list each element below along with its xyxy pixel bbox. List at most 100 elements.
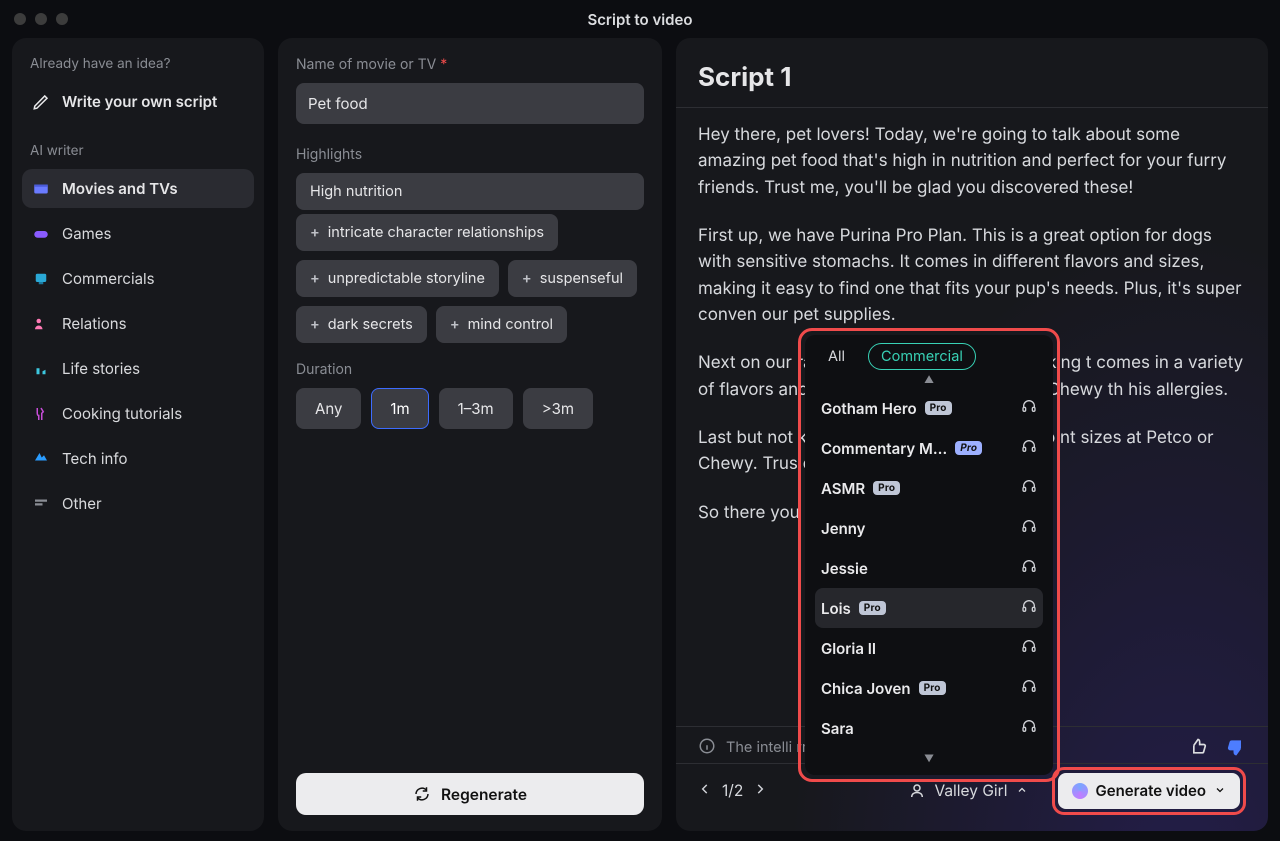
voice-option[interactable]: Lois Pro <box>815 588 1043 628</box>
pager-prev[interactable] <box>698 781 712 800</box>
commercials-icon <box>32 270 50 288</box>
idea-heading: Already have an idea? <box>30 56 246 72</box>
relations-icon <box>32 315 50 333</box>
generate-label: Generate video <box>1096 781 1206 800</box>
voice-option[interactable]: ASMR Pro <box>815 468 1043 508</box>
movie-name-input[interactable] <box>296 83 644 124</box>
games-icon <box>32 225 50 243</box>
ai-writer-heading: AI writer <box>30 143 246 159</box>
plus-icon: + <box>310 270 320 287</box>
duration-option[interactable]: 1–3m <box>439 388 513 429</box>
voice-option[interactable]: Chica Joven Pro <box>815 668 1043 708</box>
suggestion-chip[interactable]: +intricate character relationships <box>296 214 558 251</box>
voice-dropdown[interactable]: All Commercial ▲ Gotham Hero ProCommenta… <box>805 335 1053 775</box>
generate-video-button[interactable]: Generate video <box>1058 773 1240 809</box>
sidebar-item-commercials[interactable]: Commercials <box>22 259 254 298</box>
sidebar-item-label: Cooking tutorials <box>62 404 182 423</box>
voice-name: Chica Joven <box>821 679 911 698</box>
headphones-icon[interactable] <box>1021 518 1037 538</box>
sidebar-item-tech[interactable]: Tech info <box>22 439 254 478</box>
sidebar-item-games[interactable]: Games <box>22 214 254 253</box>
chip-label: High nutrition <box>310 183 402 200</box>
cooking-icon <box>32 405 50 423</box>
voice-option[interactable]: Commentary M… Pro <box>815 428 1043 468</box>
sidebar-item-cooking[interactable]: Cooking tutorials <box>22 394 254 433</box>
traffic-min[interactable] <box>35 13 47 25</box>
pencil-icon <box>32 93 50 111</box>
traffic-close[interactable] <box>14 13 26 25</box>
write-own-script[interactable]: Write your own script <box>22 82 254 121</box>
chevron-up-icon <box>1016 781 1028 800</box>
script-paragraph: Hey there, pet lovers! Today, we're goin… <box>698 122 1246 201</box>
voice-name: Jenny <box>821 519 866 538</box>
suggestion-chip[interactable]: + mind control <box>436 306 567 343</box>
other-icon <box>32 495 50 513</box>
pager-text: 1/2 <box>722 781 743 800</box>
duration-option[interactable]: >3m <box>523 388 593 429</box>
voice-name: Gotham Hero <box>821 399 917 418</box>
headphones-icon[interactable] <box>1021 438 1037 458</box>
sidebar-item-label: Games <box>62 224 111 243</box>
pro-badge: Pro <box>873 481 900 495</box>
pro-badge: Pro <box>925 401 952 415</box>
voice-name: ASMR <box>821 479 865 498</box>
highlight-primary-chip[interactable]: High nutrition <box>296 173 644 210</box>
dd-tab-all[interactable]: All <box>815 343 858 370</box>
dd-tab-commercial[interactable]: Commercial <box>868 343 976 370</box>
headphones-icon[interactable] <box>1021 398 1037 418</box>
headphones-icon[interactable] <box>1021 558 1037 578</box>
sidebar-item-life-stories[interactable]: Life stories <box>22 349 254 388</box>
voice-option[interactable]: Sara <box>815 708 1043 748</box>
headphones-icon[interactable] <box>1021 678 1037 698</box>
suggestion-chip[interactable]: +dark secrets <box>296 306 427 343</box>
movies-icon <box>32 180 50 198</box>
suggestion-chip[interactable]: + suspenseful <box>508 260 637 297</box>
sidebar-item-movies[interactable]: Movies and TVs <box>22 169 254 208</box>
traffic-max[interactable] <box>56 13 68 25</box>
pro-badge: Pro <box>955 441 982 455</box>
voice-list: Gotham Hero ProCommentary M… ProASMR Pro… <box>815 388 1043 753</box>
headphones-icon[interactable] <box>1021 638 1037 658</box>
voice-option[interactable]: Jenny <box>815 508 1043 548</box>
plus-icon: + <box>450 316 460 333</box>
voice-name: Lois <box>821 599 851 618</box>
plus-icon: + <box>310 224 320 241</box>
headphones-icon[interactable] <box>1021 478 1037 498</box>
pager-next[interactable] <box>753 781 767 800</box>
sidebar-item-other[interactable]: Other <box>22 484 254 523</box>
write-own-label: Write your own script <box>62 92 217 111</box>
script-title: Script 1 <box>698 62 1246 93</box>
duration-label: Duration <box>296 361 644 378</box>
sparkle-icon <box>1072 783 1088 799</box>
chip-label: unpredictable storyline <box>328 270 485 287</box>
voice-option[interactable]: Jessie <box>815 548 1043 588</box>
titlebar: Script to video <box>0 0 1280 38</box>
plus-icon: + <box>522 270 532 287</box>
thumbs-down-button[interactable] <box>1226 737 1246 763</box>
pro-badge: Pro <box>859 601 886 615</box>
regenerate-button[interactable]: Regenerate <box>296 773 644 815</box>
highlights-label: Highlights <box>296 146 644 163</box>
voice-name: Sara <box>821 719 854 738</box>
thumbs-up-button[interactable] <box>1188 737 1208 763</box>
name-label: Name of movie or TV * <box>296 56 644 73</box>
chevron-down-icon <box>1214 781 1226 800</box>
voice-picker[interactable]: Valley Girl <box>908 781 1027 800</box>
headphones-icon[interactable] <box>1021 718 1037 738</box>
duration-option[interactable]: Any <box>296 388 361 429</box>
tech-icon <box>32 450 50 468</box>
voice-option[interactable]: Gloria II <box>815 628 1043 668</box>
voice-option[interactable]: Gotham Hero Pro <box>815 388 1043 428</box>
sidebar-item-label: Other <box>62 494 102 513</box>
regenerate-label: Regenerate <box>441 785 527 804</box>
chip-label: suspenseful <box>540 270 623 287</box>
scroll-up-indicator: ▲ <box>815 374 1043 386</box>
sidebar-item-relations[interactable]: Relations <box>22 304 254 343</box>
voice-icon <box>908 782 926 800</box>
plus-icon: + <box>310 316 320 333</box>
chip-label: mind control <box>468 316 553 333</box>
traffic-lights <box>14 13 68 25</box>
headphones-icon[interactable] <box>1021 598 1037 618</box>
duration-option[interactable]: 1m <box>371 388 428 429</box>
suggestion-chip[interactable]: + unpredictable storyline <box>296 260 499 297</box>
